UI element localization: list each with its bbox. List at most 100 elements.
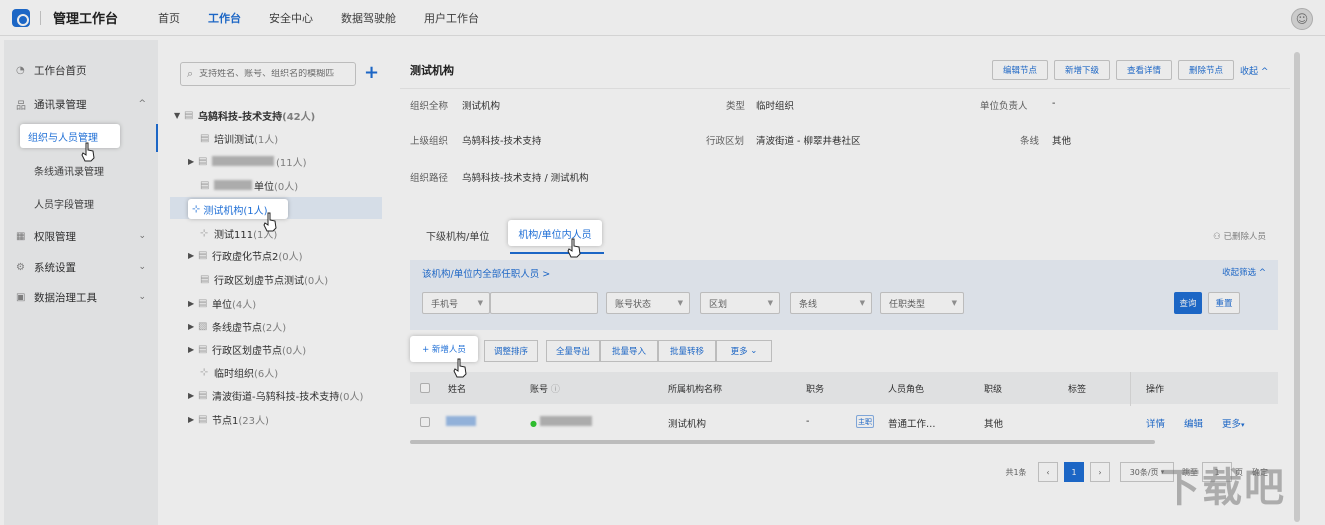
leader-value: -	[1052, 98, 1056, 109]
gear-icon: ⚙	[16, 261, 25, 273]
tab-org-members[interactable]: 机构/单位内人员	[508, 220, 602, 246]
tree-node[interactable]: ▶ ▤ 节点1 (23人)	[188, 408, 269, 430]
reset-button[interactable]: 重置	[1208, 292, 1240, 314]
tree-node[interactable]: ▶ ▤ (11人)	[188, 150, 307, 172]
tree-node[interactable]: ▶ ▤ 单位 (4人)	[188, 292, 256, 314]
row-name-redacted[interactable]	[446, 416, 478, 429]
deleted-people-link[interactable]: ⚇ 已删除人员	[1213, 230, 1266, 242]
prev-page-button[interactable]: ‹	[1038, 462, 1058, 482]
tab-underline	[510, 252, 604, 254]
building-icon: ▤	[184, 109, 194, 121]
add-child-button[interactable]: 新增下级	[1054, 60, 1110, 80]
collapse-filter-link[interactable]: 收起筛选 ^	[1222, 266, 1266, 278]
tree-search-box[interactable]: ⌕	[180, 62, 356, 86]
nav-cockpit[interactable]: 数据驾驶舱	[341, 10, 396, 26]
select-all-checkbox[interactable]	[420, 383, 430, 393]
delete-node-button[interactable]: 删除节点	[1178, 60, 1234, 80]
filter-title[interactable]: 该机构/单位内全部任职人员 >	[422, 266, 550, 280]
sidebar-item-label: 权限管理	[34, 230, 76, 243]
next-page-button[interactable]: ›	[1090, 462, 1110, 482]
org-detail-panel: 测试机构 编辑节点 新增下级 查看详情 删除节点 收起 ^ 组织全称 测试机构 …	[400, 52, 1290, 200]
row-rank: 其他	[984, 419, 1004, 430]
tree-node[interactable]: ▶ ▧ 条线虚节点 (2人)	[188, 315, 286, 337]
tree-node[interactable]: ▤ 培训测试 (1人)	[200, 127, 278, 149]
region-select[interactable]: 区划 ▼	[700, 292, 780, 314]
region-label: 行政区划	[706, 136, 745, 147]
tree-node-root[interactable]: ▼ ▤ 乌鸫科技-技术支持 (42人)	[174, 104, 315, 126]
vertical-scrollbar[interactable]	[1294, 52, 1300, 522]
tree-node[interactable]: ⊹ 临时组织 (6人)	[200, 361, 278, 383]
phone-select[interactable]: 手机号 ▼	[422, 292, 490, 314]
batch-import-button[interactable]: 批量导入	[600, 340, 658, 362]
tree-node[interactable]: ▤ 行政区划虚节点测试 (0人)	[200, 268, 328, 290]
tree-node[interactable]: ▶ ▤ 清波街道-乌鸫科技-技术支持 (0人)	[188, 384, 363, 406]
building-icon: ▤	[200, 273, 210, 285]
add-node-button[interactable]: +	[364, 62, 379, 84]
tree-search-input[interactable]	[199, 69, 346, 79]
line-label: 条线	[1020, 136, 1040, 147]
row-edit-link[interactable]: 编辑	[1184, 416, 1203, 430]
phone-input[interactable]	[490, 292, 598, 314]
horizontal-scrollbar[interactable]	[410, 440, 1155, 444]
sidebar-item-org-people[interactable]: 组织与人员管理	[20, 124, 120, 148]
row-detail-link[interactable]: 详情	[1146, 416, 1165, 430]
building-icon: ▤	[198, 413, 208, 425]
sidebar-item-contacts[interactable]: 品 通讯录管理 ^	[4, 92, 158, 116]
pagination: 共1条 ‹ 1 › 30条/页 ▾ 跳至 1 页 确定	[410, 462, 1278, 484]
sidebar: ◔ 工作台首页 品 通讯录管理 ^ 条线通讯录管理 人员字段管理 ▦ 权限管理 …	[4, 40, 158, 525]
type-value: 临时组织	[756, 101, 795, 112]
query-button[interactable]: 查询	[1174, 292, 1202, 314]
col-role: 人员角色	[888, 385, 925, 395]
org-icon: ⊹	[200, 366, 209, 378]
sidebar-item-person-fields[interactable]: 人员字段管理	[4, 191, 158, 215]
sidebar-item-home[interactable]: ◔ 工作台首页	[4, 58, 158, 82]
row-checkbox[interactable]	[420, 417, 430, 427]
divider	[400, 88, 1290, 89]
more-actions-button[interactable]: 更多 ⌄	[716, 340, 772, 362]
parent-value: 乌鸫科技-技术支持	[462, 136, 542, 147]
nav-security[interactable]: 安全中心	[269, 10, 313, 26]
path-label: 组织路径	[410, 173, 449, 184]
nav-workbench[interactable]: 工作台	[208, 10, 241, 26]
caret-right-icon: ▶	[188, 298, 195, 308]
org-icon: ⊹	[192, 203, 201, 215]
table-header: 姓名 账号 ⓘ 所属机构名称 职务 人员角色 职级 标签 操作	[410, 372, 1278, 436]
hand-cursor-icon	[453, 358, 467, 378]
job-type-select[interactable]: 任职类型 ▼	[880, 292, 964, 314]
line-select[interactable]: 条线 ▼	[790, 292, 872, 314]
line-value: 其他	[1052, 136, 1072, 147]
sidebar-item-settings[interactable]: ⚙ 系统设置 ⌄	[4, 255, 158, 279]
hand-cursor-icon	[81, 142, 95, 162]
chevron-up-icon: ^	[138, 99, 146, 109]
adjust-order-button[interactable]: 调整排序	[484, 340, 538, 362]
col-account: 账号 ⓘ	[530, 385, 560, 395]
nav-home[interactable]: 首页	[158, 10, 180, 26]
chevron-left-icon: ‹	[1046, 467, 1050, 477]
col-rank: 职级	[984, 385, 1003, 395]
sidebar-item-label: 通讯录管理	[34, 98, 87, 111]
edit-node-button[interactable]: 编辑节点	[992, 60, 1048, 80]
row-more-link[interactable]: 更多▾	[1222, 416, 1245, 430]
redacted-text	[214, 180, 252, 190]
col-name: 姓名	[448, 385, 467, 395]
page-1-button[interactable]: 1	[1064, 462, 1084, 482]
sidebar-item-permissions[interactable]: ▦ 权限管理 ⌄	[4, 224, 158, 248]
chevron-right-icon: ›	[1098, 467, 1102, 477]
view-details-button[interactable]: 查看详情	[1116, 60, 1172, 80]
tree-node[interactable]: ▤ 单位 (0人)	[200, 174, 298, 196]
tree-node[interactable]: ▶ ▤ 行政虚化节点2 (0人)	[188, 244, 303, 266]
account-status-select[interactable]: 账号状态 ▼	[606, 292, 690, 314]
user-avatar-icon[interactable]: ☺	[1291, 8, 1313, 30]
nav-user-workbench[interactable]: 用户工作台	[424, 10, 479, 26]
tab-sub-orgs[interactable]: 下级机构/单位	[426, 228, 489, 243]
caret-down-icon: ▼	[174, 110, 181, 120]
sidebar-item-data-tools[interactable]: ▣ 数据治理工具 ⌄	[4, 285, 158, 309]
tree-node[interactable]: ▶ ▤ 行政区划虚节点 (0人)	[188, 338, 306, 360]
batch-transfer-button[interactable]: 批量转移	[658, 340, 716, 362]
export-all-button[interactable]: 全量导出	[546, 340, 600, 362]
chevron-down-icon: ▼	[677, 299, 683, 307]
brand-divider	[40, 10, 41, 25]
chevron-down-icon: ⌄	[747, 346, 758, 356]
building-icon: ▤	[198, 155, 208, 167]
collapse-detail-link[interactable]: 收起 ^	[1240, 64, 1268, 77]
